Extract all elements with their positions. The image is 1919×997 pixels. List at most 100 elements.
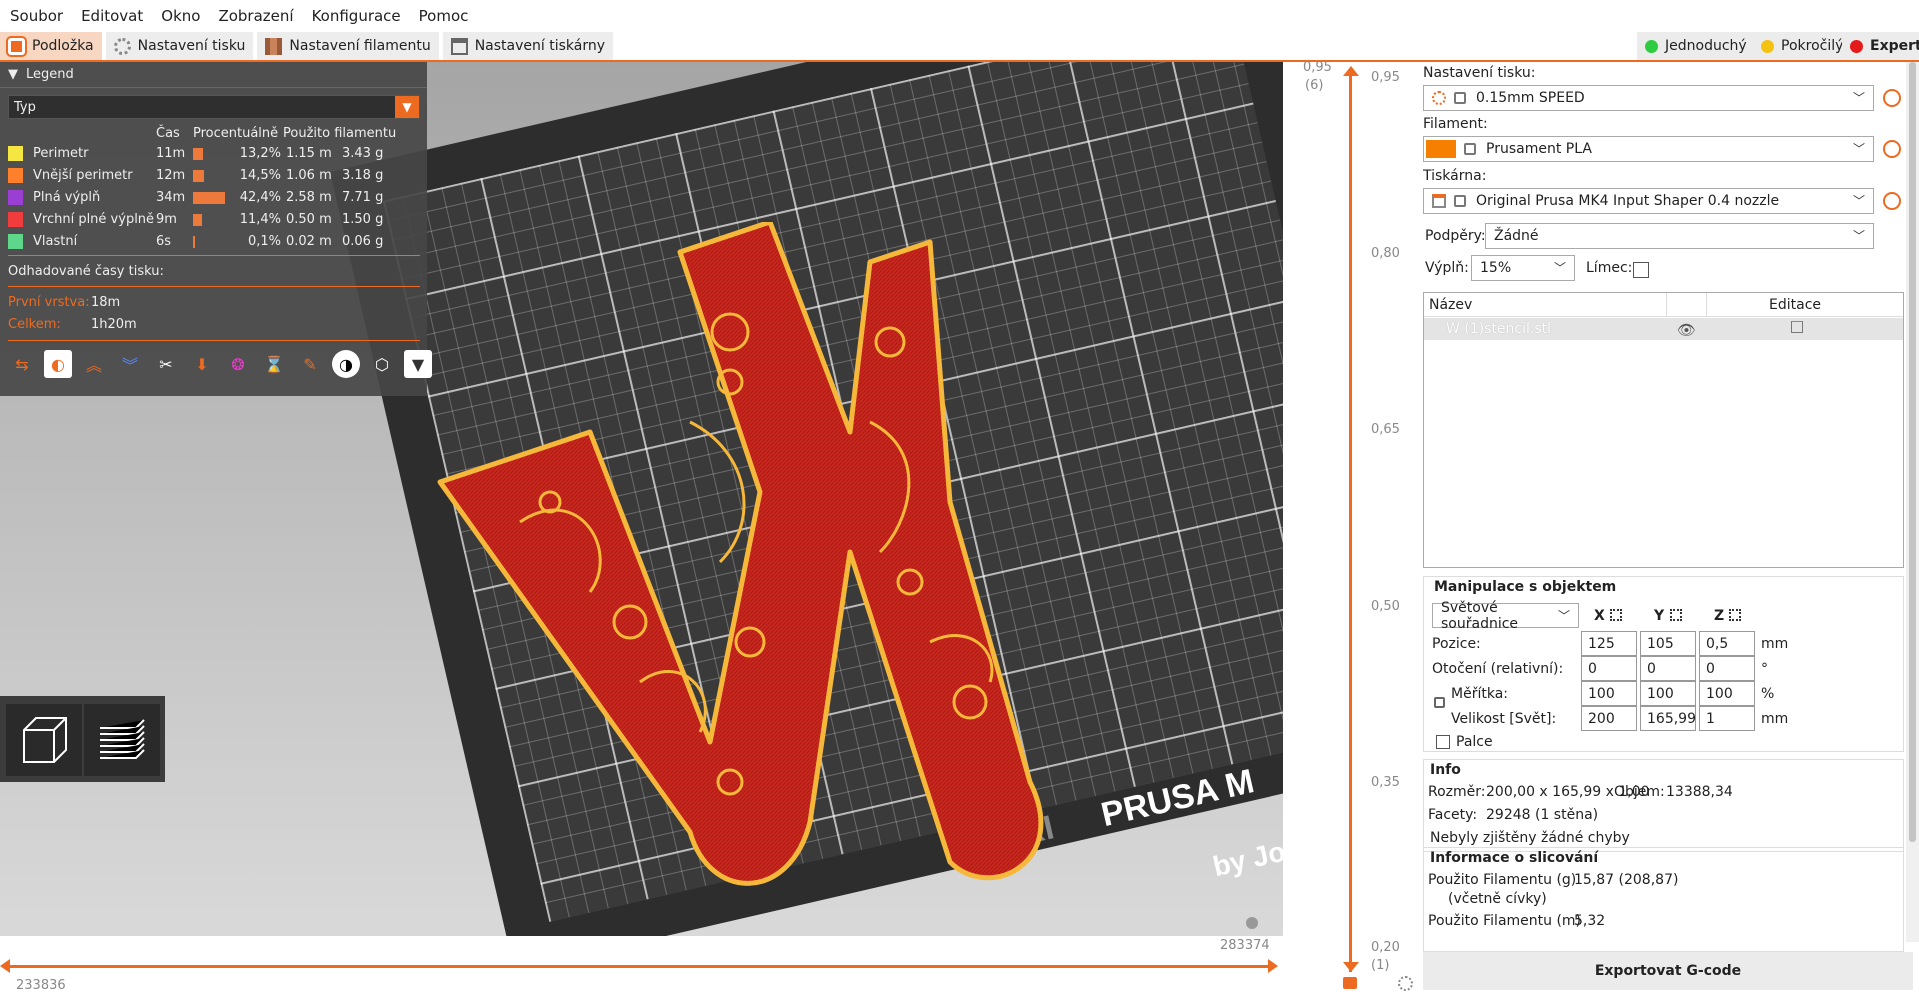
- sidebar-scrollbar-thumb[interactable]: [1909, 62, 1916, 842]
- legend-type-select[interactable]: Typ ▼: [8, 95, 420, 119]
- infill-select[interactable]: 15% ﹀: [1471, 255, 1575, 281]
- retractions-icon[interactable]: ︽: [80, 350, 108, 378]
- horizontal-slider-left-thumb[interactable]: [0, 959, 10, 973]
- mode-simple-label: Jednoduchý: [1665, 38, 1747, 54]
- mode-advanced-button[interactable]: Pokročilý: [1753, 32, 1852, 60]
- filament-settings-gear-icon[interactable]: [1883, 140, 1901, 158]
- drop-to-bed-icon[interactable]: [1670, 609, 1682, 621]
- position-y-input[interactable]: 105: [1640, 631, 1696, 656]
- wipe-icon[interactable]: ◐: [44, 350, 72, 378]
- chevron-down-icon: ﹀: [1852, 229, 1865, 243]
- legend-header[interactable]: ▼ Legend: [0, 62, 427, 88]
- first-layer-label: První vrstva:: [8, 295, 90, 310]
- seams-icon[interactable]: ✂: [152, 350, 180, 378]
- export-gcode-button[interactable]: Exportovat G-code: [1423, 952, 1913, 990]
- eye-icon[interactable]: 👁: [1677, 321, 1696, 339]
- printer-settings-gear-icon[interactable]: [1883, 192, 1901, 210]
- menu-pomoc[interactable]: Pomoc: [419, 7, 469, 25]
- menu-okno[interactable]: Okno: [161, 7, 200, 25]
- legend-color-swatch: [8, 234, 23, 249]
- preview-view-button[interactable]: [84, 704, 160, 776]
- size-y-input[interactable]: 165,99: [1640, 706, 1696, 731]
- scale-y-input[interactable]: 100: [1640, 681, 1696, 706]
- layers-icon: [100, 719, 145, 759]
- print-profile-select[interactable]: 0.15mm SPEED ﹀: [1423, 85, 1874, 111]
- travel-icon[interactable]: ⇆: [8, 350, 36, 378]
- inches-checkbox[interactable]: [1436, 735, 1450, 749]
- object-list: Název Editace W (1)stencil.stl 👁: [1423, 292, 1904, 568]
- legend-row[interactable]: Plná výplň 34m 42,4% 2.58 m 7.71 g: [8, 188, 418, 208]
- position-x-input[interactable]: 125: [1581, 631, 1637, 656]
- tab-bar: Podložka Nastavení tisku Nastavení filam…: [0, 32, 1919, 62]
- tab-printer-settings[interactable]: Nastavení tiskárny: [442, 32, 614, 60]
- size-x-input[interactable]: 200: [1581, 706, 1637, 731]
- mode-simple-icon: [1645, 39, 1658, 53]
- drop-to-bed-icon[interactable]: [1610, 609, 1622, 621]
- menu-soubor[interactable]: Soubor: [10, 7, 63, 25]
- tool-changes-icon[interactable]: ⬇: [188, 350, 216, 378]
- scale-unit: %: [1761, 686, 1775, 702]
- pause-prints-icon[interactable]: ⌛: [260, 350, 288, 378]
- vertical-slider-top-layer: (6): [1305, 78, 1324, 93]
- drop-to-bed-icon[interactable]: [1729, 609, 1741, 621]
- vertical-slider-track[interactable]: [1349, 72, 1352, 972]
- mode-simple-button[interactable]: Jednoduchý: [1637, 32, 1755, 60]
- coordinates-select[interactable]: Světové souřadnice ﹀: [1432, 600, 1579, 632]
- vertical-slider-top-thumb[interactable]: [1343, 66, 1359, 76]
- shells-icon[interactable]: ⬡: [368, 350, 396, 378]
- filament-color-swatch[interactable]: [1426, 140, 1456, 158]
- legend-row[interactable]: Vnější perimetr 12m 14,5% 1.06 m 3.18 g: [8, 166, 418, 186]
- menu-konfigurace[interactable]: Konfigurace: [312, 7, 401, 25]
- 3d-view-button[interactable]: [6, 704, 82, 776]
- mode-expert-button[interactable]: Expert: [1842, 32, 1919, 60]
- object-list-header-divider: [1706, 293, 1707, 317]
- vertical-slider-bottom-thumb[interactable]: [1343, 962, 1359, 972]
- info-errors: Nebyly zjištěny žádné chyby: [1430, 830, 1630, 846]
- horizontal-slider-right-thumb[interactable]: [1268, 959, 1278, 973]
- legend-row[interactable]: Vrchní plné výplně 9m 11,4% 0.50 m 1.50 g: [8, 210, 418, 230]
- vertical-slider-bottom-layer: (1): [1371, 958, 1390, 973]
- vertical-tick-label: 0,95: [1371, 70, 1400, 85]
- scale-z-input[interactable]: 100: [1699, 681, 1755, 706]
- legend-row-length: 1.06 m: [286, 168, 332, 183]
- tool-marker-icon[interactable]: ▼: [404, 350, 432, 378]
- legend-percent-bar: [193, 192, 225, 204]
- brim-checkbox[interactable]: [1633, 262, 1649, 278]
- deretractions-icon[interactable]: ︾: [116, 350, 144, 378]
- center-of-gravity-icon[interactable]: ◑: [332, 350, 360, 378]
- printer-profile-select[interactable]: Original Prusa MK4 Input Shaper 0.4 nozz…: [1423, 188, 1874, 214]
- legend-row-time: 11m: [156, 146, 186, 161]
- lock-icon[interactable]: [1343, 977, 1357, 989]
- edit-icon[interactable]: [1791, 321, 1803, 333]
- rotation-z-input[interactable]: 0: [1699, 656, 1755, 681]
- infill-value: 15%: [1480, 260, 1512, 276]
- position-z-input[interactable]: 0,5: [1699, 631, 1755, 656]
- horizontal-slider-track[interactable]: [10, 965, 1272, 968]
- legend-row-percent: 0,1%: [247, 234, 281, 249]
- tab-filament-settings[interactable]: Nastavení filamentu: [257, 32, 439, 60]
- scale-x-input[interactable]: 100: [1581, 681, 1637, 706]
- legend-row-name: Vlastní: [33, 234, 78, 249]
- legend-first-layer: První vrstva: 18m: [8, 293, 418, 313]
- object-list-row[interactable]: W (1)stencil.stl 👁: [1424, 318, 1903, 340]
- tab-print-settings[interactable]: Nastavení tisku: [105, 32, 254, 60]
- chevron-down-icon: ﹀: [1553, 261, 1566, 275]
- tab-plater[interactable]: Podložka: [0, 32, 102, 60]
- custom-gcode-icon[interactable]: ✎: [296, 350, 324, 378]
- supports-select[interactable]: Žádné ﹀: [1485, 223, 1874, 249]
- menu-zobrazeni[interactable]: Zobrazení: [218, 7, 293, 25]
- rotation-x-input[interactable]: 0: [1581, 656, 1637, 681]
- horizontal-slider[interactable]: 233836 283374: [0, 936, 1283, 997]
- size-z-input[interactable]: 1: [1699, 706, 1755, 731]
- print-settings-gear-icon[interactable]: [1883, 89, 1901, 107]
- rotation-y-input[interactable]: 0: [1640, 656, 1696, 681]
- filament-profile-select[interactable]: Prusament PLA ﹀: [1423, 136, 1874, 162]
- legend-row[interactable]: Vlastní 6s 0,1% 0.02 m 0.06 g: [8, 232, 418, 252]
- legend-row[interactable]: Perimetr 11m 13,2% 1.15 m 3.43 g: [8, 144, 418, 164]
- slicing-info-title: Informace o slicování: [1430, 850, 1599, 866]
- vertical-layer-slider[interactable]: 0,95 (6) 0,95 0,80 0,65 0,50 0,35 0,20 (…: [1283, 60, 1423, 997]
- menu-editovat[interactable]: Editovat: [81, 7, 143, 25]
- settings-cog-icon[interactable]: [1398, 976, 1413, 991]
- uniform-scale-lock-icon[interactable]: [1434, 697, 1445, 708]
- color-changes-icon[interactable]: ❂: [224, 350, 252, 378]
